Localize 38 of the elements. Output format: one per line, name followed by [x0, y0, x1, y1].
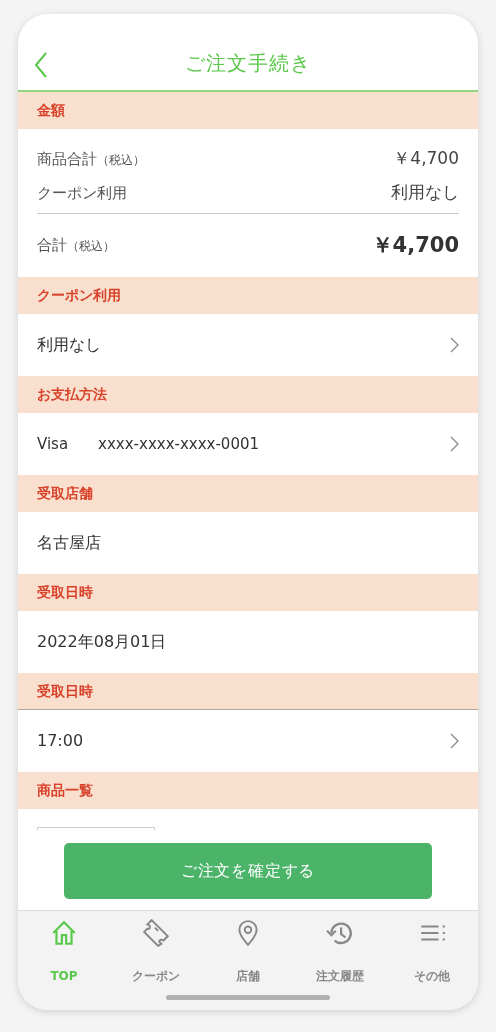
row-value: 利用なし: [37, 334, 101, 356]
amount-label: 商品合計: [37, 148, 97, 170]
confirm-order-button[interactable]: ご注文を確定する: [64, 843, 432, 899]
section-heading: クーポン利用: [37, 286, 121, 305]
chevron-right-icon: [450, 733, 459, 749]
selection-row[interactable]: Visa xxxx-xxxx-xxxx-0001: [18, 413, 478, 475]
home-icon: [50, 919, 78, 947]
section-heading: 受取店舗: [37, 484, 93, 503]
row-value: 17:00: [37, 730, 84, 752]
tab-bar-item[interactable]: TOP: [18, 919, 110, 985]
tab-bar-item[interactable]: クーポン: [110, 919, 202, 985]
total-value: ￥4,700: [371, 231, 459, 259]
amount-value: ￥4,700: [393, 147, 459, 171]
section-heading: 受取日時: [37, 681, 93, 701]
total-label: 合計: [37, 235, 67, 257]
tax-note: （税込）: [97, 151, 145, 169]
section-heading: 金額: [37, 101, 65, 120]
chevron-right-icon: [450, 337, 459, 353]
history-icon: [326, 919, 354, 947]
amount-label: クーポン利用: [37, 182, 127, 204]
row-value: xxxx-xxxx-xxxx-0001: [98, 433, 260, 455]
tab-bar-item[interactable]: 注文履歴: [294, 919, 386, 985]
row-value: Visa: [37, 433, 69, 455]
ticket-icon: [142, 919, 170, 947]
row-value: 2022年08月01日: [37, 631, 167, 653]
selection-row[interactable]: 利用なし: [18, 314, 478, 376]
amount-value: 利用なし: [391, 181, 459, 205]
section-heading: 受取日時: [37, 583, 93, 602]
section-heading: 商品一覧: [37, 781, 93, 800]
chevron-right-icon: [450, 436, 459, 452]
tab-bar-item[interactable]: その他: [386, 919, 478, 985]
section-heading: お支払方法: [37, 385, 107, 404]
row-value: 名古屋店: [37, 532, 101, 554]
tax-note: （税込）: [67, 238, 115, 256]
selection-row[interactable]: 17:00: [18, 710, 478, 772]
back-icon[interactable]: [34, 52, 48, 78]
page-title: ご注文手続き: [185, 50, 311, 77]
tab-bar-item[interactable]: 店舗: [202, 919, 294, 985]
